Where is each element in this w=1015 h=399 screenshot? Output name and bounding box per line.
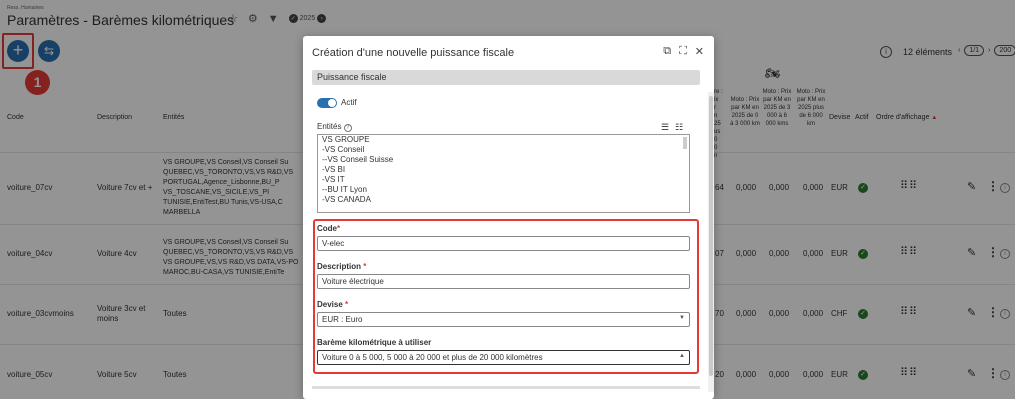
actif-label: Actif xyxy=(341,98,357,107)
code-label: Code* xyxy=(317,224,341,233)
bareme-label: Barème kilométrique à utiliser xyxy=(317,338,432,347)
listbox-scrollbar[interactable] xyxy=(683,137,687,149)
chevron-down-icon: ▼ xyxy=(679,315,685,321)
chevron-up-icon: ▲ xyxy=(679,353,685,359)
select-all-icon[interactable]: ☰ xyxy=(661,122,669,133)
close-icon[interactable]: ✕ xyxy=(695,45,704,58)
clear-selection-icon[interactable]: ☷ xyxy=(675,122,683,133)
maximize-icon[interactable]: ⛶ xyxy=(679,45,687,58)
description-label: Description * xyxy=(317,262,367,271)
toggle-knob xyxy=(328,99,336,107)
bareme-select[interactable]: Voiture 0 à 5 000, 5 000 à 20 000 et plu… xyxy=(317,350,690,365)
create-fiscal-power-dialog: Création d'une nouvelle puissance fiscal… xyxy=(303,36,714,399)
list-item[interactable]: --BU IT Lyon xyxy=(318,185,689,195)
entities-list-actions: ☰ ☷ xyxy=(661,122,683,133)
list-item[interactable]: -VS CANADA xyxy=(318,195,689,205)
dialog-title: Création d'une nouvelle puissance fiscal… xyxy=(312,47,515,59)
list-item[interactable]: -VS BI xyxy=(318,165,689,175)
dialog-scrollbar[interactable] xyxy=(708,92,714,392)
list-item[interactable]: -VS Conseil xyxy=(318,145,689,155)
code-input[interactable]: V-elec xyxy=(317,236,690,251)
devise-label: Devise * xyxy=(317,300,349,309)
list-item[interactable]: -VS IT xyxy=(318,175,689,185)
section-header: Puissance fiscale xyxy=(312,70,700,85)
list-item[interactable]: --VS Conseil Suisse xyxy=(318,155,689,165)
actif-toggle[interactable] xyxy=(317,98,337,108)
help-icon: ? xyxy=(343,124,352,132)
entities-listbox[interactable]: VS GROUPE -VS Conseil --VS Conseil Suiss… xyxy=(317,134,690,213)
entities-label: Entités ? xyxy=(317,122,352,132)
scrollbar-thumb[interactable] xyxy=(709,96,713,376)
open-new-window-icon[interactable]: ⧉ xyxy=(663,45,671,58)
devise-select[interactable]: EUR : Euro ▼ xyxy=(317,312,690,327)
dialog-window-controls: ⧉ ⛶ ✕ xyxy=(663,45,704,58)
description-input[interactable]: Voiture électrique xyxy=(317,274,690,289)
list-item[interactable]: VS GROUPE xyxy=(318,135,689,145)
dialog-horizontal-scrollbar[interactable] xyxy=(312,386,700,389)
